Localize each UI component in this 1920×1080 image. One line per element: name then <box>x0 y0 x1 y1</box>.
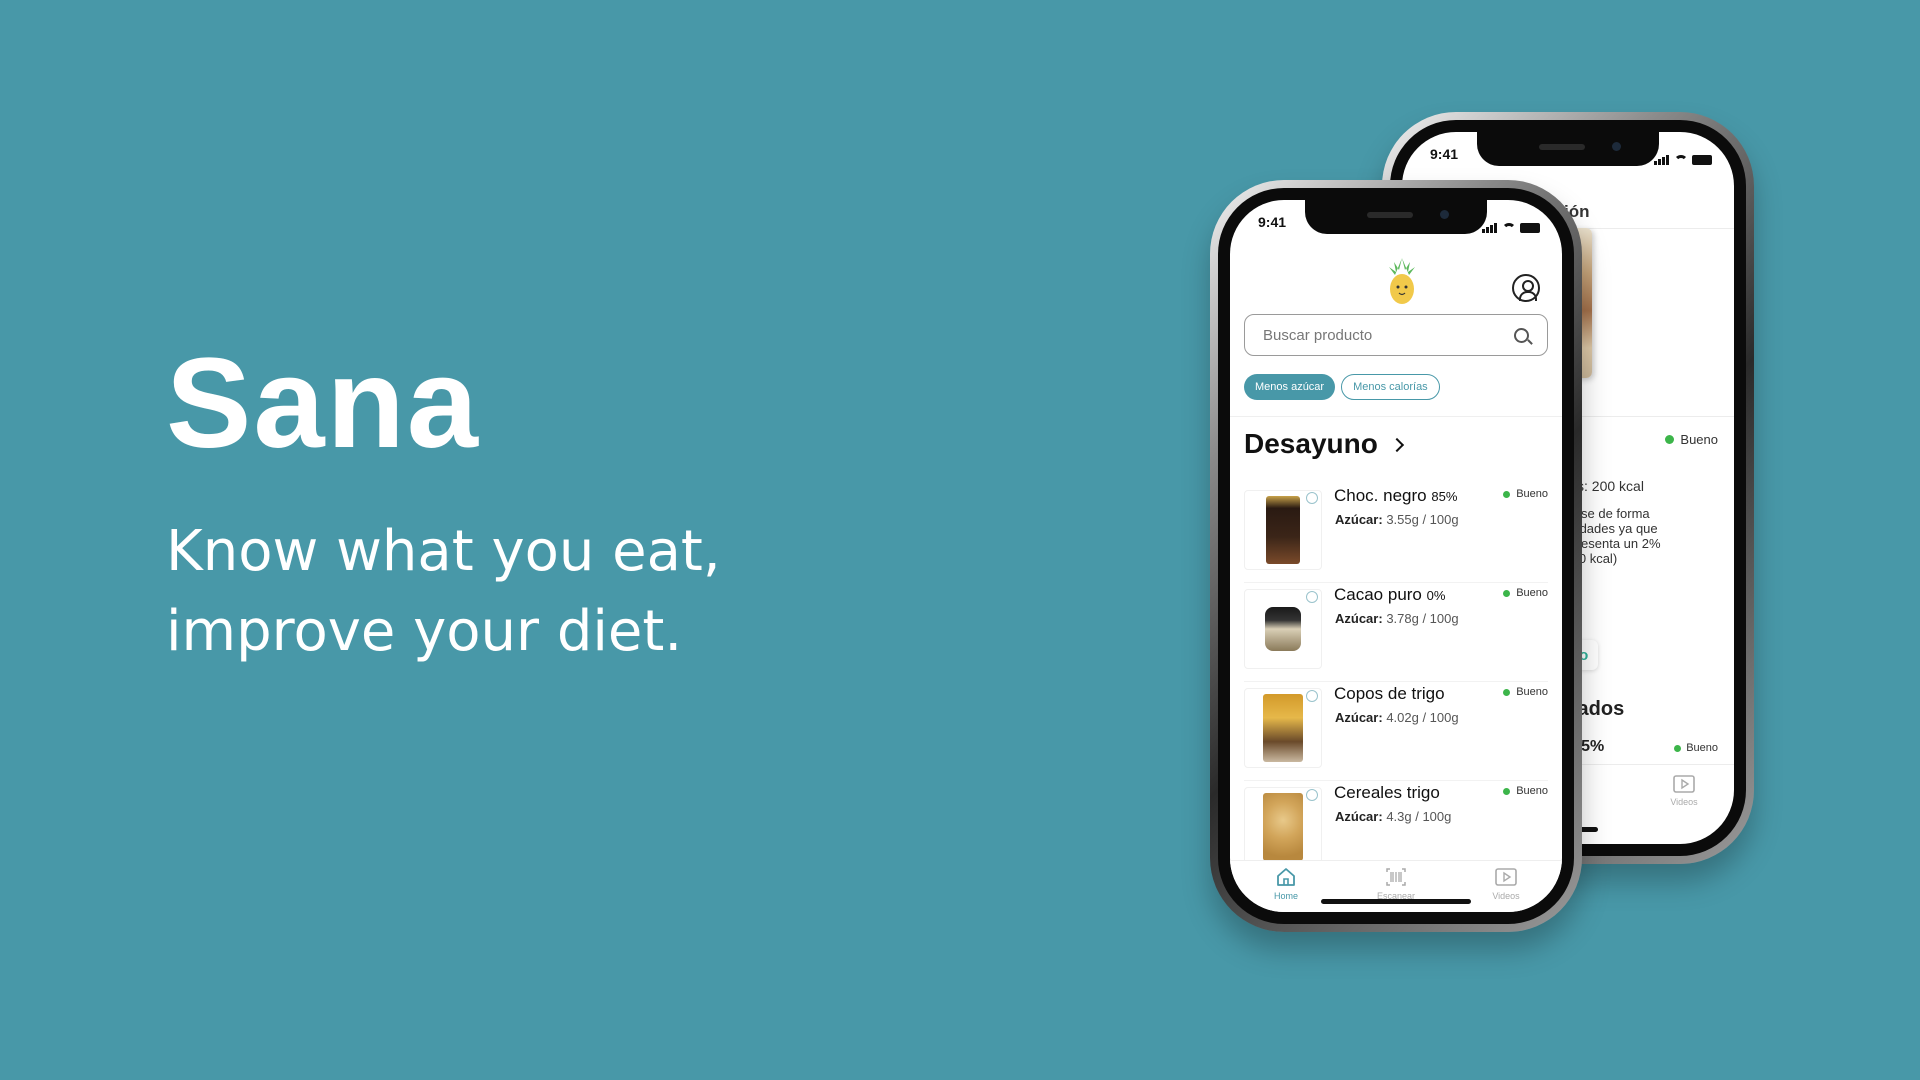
battery-icon <box>1520 223 1540 233</box>
rating-badge: Bueno <box>1674 742 1718 754</box>
good-dot-icon <box>1503 787 1511 795</box>
favorite-icon[interactable] <box>1306 492 1318 504</box>
filter-chip-less-calories[interactable]: Menos calorías <box>1341 374 1440 400</box>
video-icon <box>1673 775 1695 793</box>
divider <box>1230 416 1562 417</box>
tab-scan[interactable]: Escanear <box>1366 867 1426 901</box>
list-item[interactable]: Choc. negro 85% Azúcar: 3.55g / 100g Bue… <box>1244 484 1548 583</box>
search-bar[interactable]: Buscar producto <box>1244 314 1548 356</box>
status-time: 9:41 <box>1258 214 1287 230</box>
rating-label: Bueno <box>1680 432 1718 447</box>
wifi-icon <box>1502 223 1516 233</box>
front-phone-screen: 9:41 Buscar producto Menos azúcar Menos … <box>1230 200 1562 912</box>
favorite-icon[interactable] <box>1306 591 1318 603</box>
tab-videos-label: Videos <box>1492 891 1520 901</box>
app-title: Sana <box>166 332 480 475</box>
section-header-breakfast[interactable]: Desayuno <box>1244 428 1404 460</box>
rating-badge: Bueno <box>1503 587 1548 599</box>
favorite-icon[interactable] <box>1306 690 1318 702</box>
rating-label: Bueno <box>1686 742 1718 754</box>
wifi-icon <box>1674 155 1688 165</box>
product-name: Choc. negro 85% <box>1334 486 1458 505</box>
product-list: Choc. negro 85% Azúcar: 3.55g / 100g Bue… <box>1244 484 1548 880</box>
phone-notch <box>1477 132 1659 166</box>
tab-bar: Home Escanear Videos <box>1230 860 1562 912</box>
chevron-right-icon <box>1389 437 1404 453</box>
status-time: 9:41 <box>1430 146 1459 162</box>
search-input[interactable]: Buscar producto <box>1263 327 1514 344</box>
favorite-icon[interactable] <box>1306 789 1318 801</box>
good-dot-icon <box>1665 435 1675 444</box>
tab-home-label: Home <box>1273 891 1298 901</box>
sugar-info: Azúcar: 4.3g / 100g <box>1335 809 1452 824</box>
tab-videos-label: Videos <box>1670 797 1698 807</box>
filter-chips: Menos azúcar Menos calorías <box>1244 374 1440 400</box>
sugar-info: Azúcar: 3.55g / 100g <box>1335 512 1459 527</box>
product-name: Cereales trigo <box>1334 783 1440 802</box>
good-dot-icon <box>1503 589 1511 597</box>
good-dot-icon <box>1674 744 1682 752</box>
pineapple-logo-icon <box>1389 258 1415 304</box>
product-name: Copos de trigo <box>1334 684 1445 703</box>
tab-home[interactable]: Home <box>1256 867 1316 901</box>
rating-badge: Bueno <box>1665 432 1718 447</box>
sugar-info: Azúcar: 4.02g / 100g <box>1335 710 1459 725</box>
good-dot-icon <box>1503 688 1511 696</box>
search-icon[interactable] <box>1514 327 1529 343</box>
tagline-line-1: Know what you eat, <box>166 519 721 584</box>
product-name: Cacao puro 0% <box>1334 585 1446 604</box>
rating-badge: Bueno <box>1503 686 1548 698</box>
front-phone-mockup: 9:41 Buscar producto Menos azúcar Menos … <box>1210 180 1582 932</box>
filter-chip-less-sugar[interactable]: Menos azúcar <box>1244 374 1336 400</box>
home-icon <box>1277 868 1295 886</box>
tab-videos[interactable]: Videos <box>1476 867 1536 901</box>
good-dot-icon <box>1503 490 1511 498</box>
battery-icon <box>1692 155 1712 165</box>
list-item[interactable]: Copos de trigo Azúcar: 4.02g / 100g Buen… <box>1244 682 1548 781</box>
barcode-icon <box>1386 868 1406 886</box>
section-title: Desayuno <box>1244 428 1378 459</box>
list-item[interactable]: Cacao puro 0% Azúcar: 3.78g / 100g Bueno <box>1244 583 1548 682</box>
tagline-line-2: improve your diet. <box>166 599 683 664</box>
profile-icon[interactable] <box>1512 274 1540 302</box>
rating-badge: Bueno <box>1503 785 1548 797</box>
tab-videos[interactable]: Videos <box>1664 775 1704 807</box>
tagline: Know what you eat, improve your diet. <box>166 512 721 672</box>
phone-notch <box>1305 200 1487 234</box>
home-indicator <box>1321 899 1471 904</box>
sugar-info: Azúcar: 3.78g / 100g <box>1335 611 1459 626</box>
hero: Sana Know what you eat, improve your die… <box>166 340 721 672</box>
rating-badge: Bueno <box>1503 488 1548 500</box>
video-icon <box>1495 868 1517 886</box>
